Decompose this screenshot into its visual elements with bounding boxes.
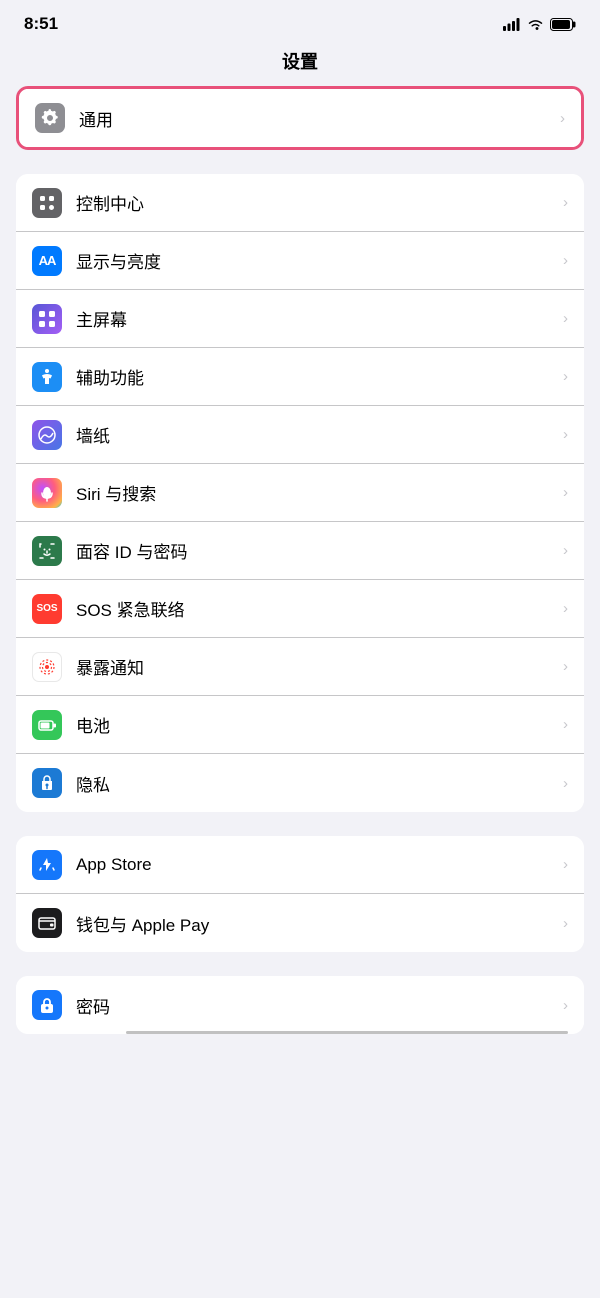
exposure-icon [32, 652, 62, 682]
controlcenter-chevron: › [563, 194, 568, 211]
status-time: 8:51 [24, 14, 58, 34]
page-title: 设置 [0, 42, 600, 86]
accessibility-label: 辅助功能 [76, 364, 559, 389]
appstore-icon [32, 850, 62, 880]
accessibility-icon [32, 362, 62, 392]
row-display[interactable]: AA 显示与亮度 › [16, 232, 584, 290]
section-general: 通用 › [16, 86, 584, 150]
privacy-label: 隐私 [76, 771, 559, 796]
row-battery[interactable]: 电池 › [16, 696, 584, 754]
row-password[interactable]: 密码 › [16, 976, 584, 1034]
wallpaper-icon [32, 420, 62, 450]
general-chevron: › [560, 110, 565, 127]
row-tongyong[interactable]: 通用 › [19, 89, 581, 147]
wallet-label: 钱包与 Apple Pay [76, 911, 559, 936]
accessibility-chevron: › [563, 368, 568, 385]
wallet-icon [32, 908, 62, 938]
row-accessibility[interactable]: 辅助功能 › [16, 348, 584, 406]
wallet-chevron: › [563, 915, 568, 932]
password-chevron: › [563, 997, 568, 1014]
appstore-chevron: › [563, 856, 568, 873]
status-icons [503, 18, 576, 31]
row-sos[interactable]: SOS SOS 紧急联络 › [16, 580, 584, 638]
section-settings: 控制中心 › AA 显示与亮度 › 主屏幕 › 辅助功能 [16, 174, 584, 812]
battery-chevron: › [563, 716, 568, 733]
row-privacy[interactable]: 隐私 › [16, 754, 584, 812]
controlcenter-label: 控制中心 [76, 190, 559, 215]
sos-chevron: › [563, 600, 568, 617]
row-controlcenter[interactable]: 控制中心 › [16, 174, 584, 232]
battery-label: 电池 [76, 712, 559, 737]
general-icon [35, 103, 65, 133]
wifi-icon [527, 18, 544, 31]
section-password: 密码 › [16, 976, 584, 1034]
row-homescreen[interactable]: 主屏幕 › [16, 290, 584, 348]
display-chevron: › [563, 252, 568, 269]
siri-icon [32, 478, 62, 508]
display-icon: AA [32, 246, 62, 276]
status-bar: 8:51 [0, 0, 600, 42]
faceid-chevron: › [563, 542, 568, 559]
privacy-icon [32, 768, 62, 798]
siri-chevron: › [563, 484, 568, 501]
controlcenter-icon [32, 188, 62, 218]
homescreen-chevron: › [563, 310, 568, 327]
appstore-label: App Store [76, 855, 559, 875]
battery-status-icon [550, 18, 576, 31]
faceid-icon [32, 536, 62, 566]
battery-icon [32, 710, 62, 740]
password-icon [32, 990, 62, 1020]
sos-icon: SOS [32, 594, 62, 624]
row-faceid[interactable]: 面容 ID 与密码 › [16, 522, 584, 580]
section-store: App Store › 钱包与 Apple Pay › [16, 836, 584, 952]
wallpaper-label: 墙纸 [76, 422, 559, 447]
wallpaper-chevron: › [563, 426, 568, 443]
password-label: 密码 [76, 993, 559, 1018]
row-wallet[interactable]: 钱包与 Apple Pay › [16, 894, 584, 952]
privacy-chevron: › [563, 775, 568, 792]
divider-line [126, 1031, 568, 1034]
display-label: 显示与亮度 [76, 248, 559, 273]
sos-label: SOS 紧急联络 [76, 596, 559, 621]
exposure-label: 暴露通知 [76, 654, 559, 679]
row-exposure[interactable]: 暴露通知 › [16, 638, 584, 696]
signal-icon [503, 18, 521, 31]
exposure-chevron: › [563, 658, 568, 675]
row-siri[interactable]: Siri 与搜索 › [16, 464, 584, 522]
faceid-label: 面容 ID 与密码 [76, 538, 559, 563]
homescreen-icon [32, 304, 62, 334]
homescreen-label: 主屏幕 [76, 306, 559, 331]
row-appstore[interactable]: App Store › [16, 836, 584, 894]
siri-label: Siri 与搜索 [76, 480, 559, 505]
row-wallpaper[interactable]: 墙纸 › [16, 406, 584, 464]
general-label: 通用 [79, 106, 556, 131]
